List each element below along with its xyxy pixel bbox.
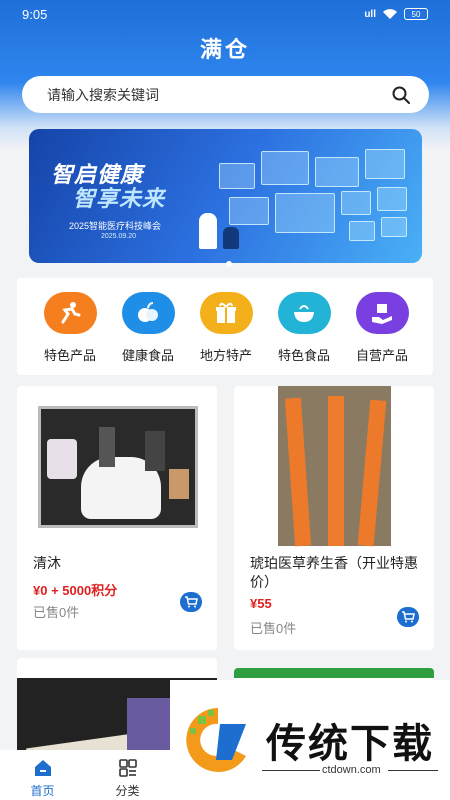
category-grid: 特色产品 健康食品 地方特产 特色食品 自营产品: [17, 278, 433, 375]
status-time: 9:05: [22, 6, 48, 22]
product-price: ¥55: [250, 596, 272, 611]
product-name: 清沐: [33, 555, 61, 571]
fruit-icon: [121, 292, 175, 334]
product-image: [234, 668, 434, 678]
product-sold-count: 已售0件: [33, 605, 80, 620]
product-image: [278, 386, 391, 547]
category-label: 地方特产: [199, 348, 252, 363]
nav-home[interactable]: 首页: [0, 750, 85, 800]
gift-icon: [199, 292, 253, 334]
category-local-specialty[interactable]: 地方特产: [187, 292, 265, 375]
status-bar: 9:05 ull 50: [0, 0, 450, 28]
add-to-cart-button[interactable]: [397, 607, 419, 627]
grid-icon: [118, 759, 137, 777]
status-icons: ull 50: [364, 8, 428, 20]
category-label: 健康食品: [121, 348, 174, 363]
category-specialty-food[interactable]: 特色食品: [265, 292, 343, 375]
battery-level: 50: [411, 9, 421, 19]
category-label: 自营产品: [355, 348, 408, 363]
banner-title-line2: 智享未来: [73, 186, 166, 211]
category-self-operated[interactable]: 自营产品: [343, 292, 421, 375]
product-image: [38, 406, 198, 528]
search-placeholder: 请输入搜索关键词: [47, 86, 159, 103]
product-name: 琥珀医草养生香（开业特惠价）: [250, 555, 418, 590]
hand-box-icon: [355, 292, 409, 334]
add-to-cart-button[interactable]: [180, 592, 202, 612]
search-icon[interactable]: [391, 85, 411, 105]
nav-category[interactable]: 分类: [85, 750, 170, 800]
signal-icon: ull: [364, 8, 376, 20]
product-price: ¥0 + 5000积分: [33, 583, 118, 598]
category-label: 特色产品: [43, 348, 96, 363]
watermark-url: ctdown.com: [322, 764, 381, 776]
banner-screens-graphic: [199, 143, 414, 253]
bowl-icon: [277, 292, 331, 334]
runner-icon: [43, 292, 97, 334]
category-featured-products[interactable]: 特色产品: [31, 292, 109, 375]
nav-label: 首页: [30, 784, 55, 798]
cart-icon: [185, 596, 198, 608]
cart-icon: [402, 611, 415, 623]
product-sold-count: 已售0件: [250, 621, 297, 636]
wifi-icon: [383, 9, 397, 19]
search-input[interactable]: 请输入搜索关键词: [22, 76, 429, 113]
nav-label: 分类: [115, 784, 140, 798]
home-icon: [34, 760, 51, 776]
watermark-overlay: 传统下载 ctdown.com: [170, 680, 450, 800]
watermark-logo-icon: [186, 708, 246, 772]
product-card[interactable]: 琥珀医草养生香（开业特惠价） ¥55 已售0件: [234, 386, 434, 650]
promo-banner[interactable]: 智启健康 智享未来 2025智能医疗科技峰会 2025.09.20: [29, 129, 422, 263]
banner-subtitle: 2025智能医疗科技峰会: [69, 221, 162, 231]
watermark-text: 传统下载: [266, 722, 434, 766]
category-label: 特色食品: [277, 348, 330, 363]
banner-date: 2025.09.20: [101, 233, 137, 240]
app-title: 满仓: [199, 37, 250, 63]
bottom-navigation: 首页 分类: [0, 750, 170, 800]
battery-icon: 50: [404, 8, 428, 20]
category-health-food[interactable]: 健康食品: [109, 292, 187, 375]
product-card[interactable]: 清沐 ¥0 + 5000积分 已售0件: [17, 386, 217, 650]
banner-indicator-dot[interactable]: [226, 261, 232, 267]
